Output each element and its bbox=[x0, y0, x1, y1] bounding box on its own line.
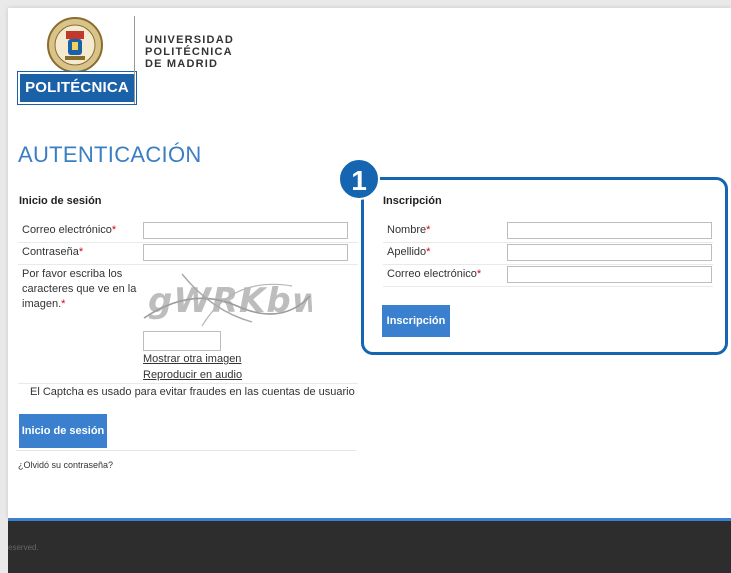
forgot-password-link[interactable]: ¿Olvidó su contraseña? bbox=[18, 460, 113, 470]
captcha-text: gWRKbw bbox=[148, 281, 312, 321]
university-name-line2: POLITÉCNICA bbox=[145, 46, 233, 58]
password-row: Contraseña* bbox=[18, 242, 358, 265]
password-input[interactable] bbox=[143, 244, 348, 261]
header: POLITÉCNICA UNIVERSIDAD POLITÉCNICA DE M… bbox=[8, 8, 731, 118]
show-other-image-link[interactable]: Mostrar otra imagen bbox=[143, 353, 241, 365]
page-title: AUTENTICACIÓN bbox=[18, 142, 202, 167]
captcha-image: gWRKbw bbox=[143, 273, 312, 327]
university-name-line3: DE MADRID bbox=[145, 58, 219, 70]
login-heading: Inicio de sesión bbox=[19, 195, 102, 207]
email-label: Correo electrónico* bbox=[22, 224, 117, 236]
login-button[interactable]: Inicio de sesión bbox=[19, 414, 107, 448]
divider bbox=[18, 383, 358, 384]
logo-divider bbox=[134, 16, 135, 104]
email-row: Correo electrónico* bbox=[18, 220, 358, 243]
university-name-line1: UNIVERSIDAD bbox=[145, 34, 234, 46]
logo-box: POLITÉCNICA bbox=[18, 72, 136, 104]
callout-highlight bbox=[361, 177, 728, 355]
password-label: Contraseña* bbox=[22, 246, 84, 258]
divider bbox=[16, 450, 356, 451]
university-name: UNIVERSIDAD POLITÉCNICA DE MADRID bbox=[145, 34, 234, 70]
play-audio-link[interactable]: Reproducir en audio bbox=[143, 369, 242, 381]
callout-number-badge: 1 bbox=[338, 158, 380, 200]
captcha-label: Por favor escriba los caracteres que ve … bbox=[22, 268, 137, 310]
captcha-input[interactable] bbox=[143, 331, 221, 351]
footer-text: eserved. bbox=[8, 543, 39, 552]
captcha-note: El Captcha es usado para evitar fraudes … bbox=[30, 386, 355, 398]
university-seal-icon bbox=[47, 17, 103, 73]
footer: eserved. bbox=[8, 521, 731, 573]
email-input[interactable] bbox=[143, 222, 348, 239]
